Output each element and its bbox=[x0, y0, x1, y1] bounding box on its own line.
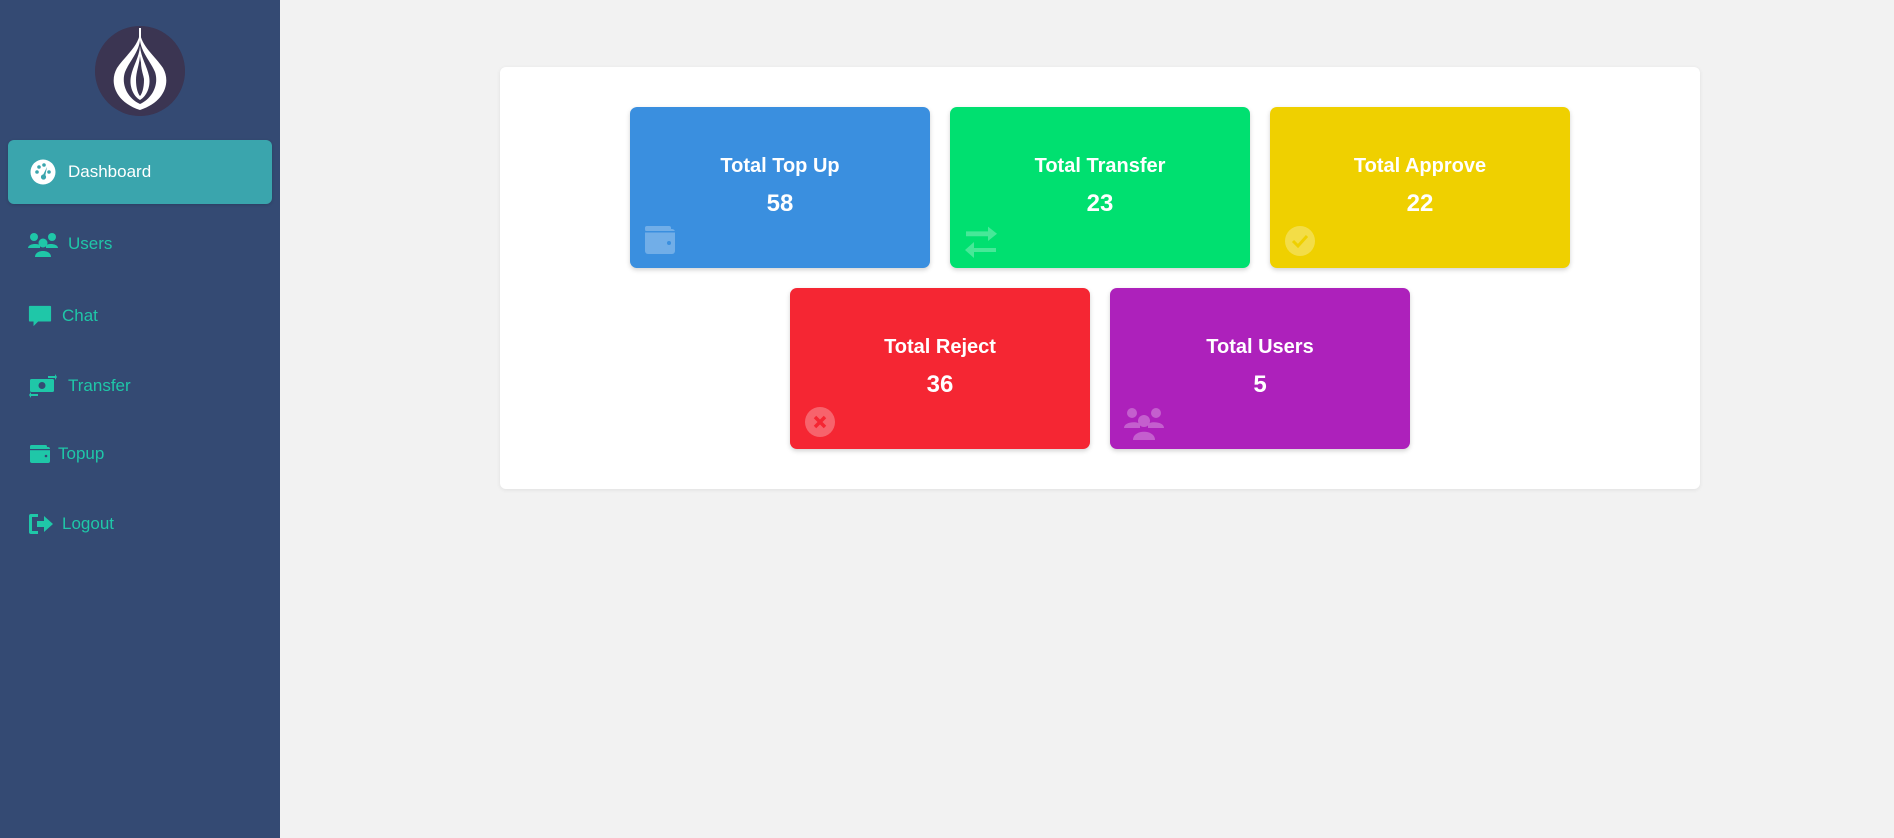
sidebar-item-chat[interactable]: Chat bbox=[8, 284, 272, 348]
sidebar-item-topup[interactable]: Topup bbox=[8, 422, 272, 486]
card-title: Total Top Up bbox=[720, 155, 840, 177]
sidebar-item-label: Topup bbox=[58, 444, 105, 463]
card-total-top-up[interactable]: Total Top Up 58 bbox=[630, 107, 930, 268]
stats-panel: Total Top Up 58 Total Transfer 23 Total … bbox=[500, 67, 1700, 489]
money-transfer-icon bbox=[28, 371, 58, 401]
card-value: 22 bbox=[1406, 190, 1434, 217]
card-title: Total Users bbox=[1206, 336, 1314, 358]
users-icon bbox=[28, 229, 58, 259]
chat-icon bbox=[28, 301, 52, 331]
wallet-icon bbox=[644, 225, 678, 259]
card-value: 5 bbox=[1253, 371, 1267, 398]
check-circle-icon bbox=[1284, 225, 1318, 259]
sidebar-item-label: Users bbox=[68, 234, 113, 253]
sidebar-item-label: Chat bbox=[62, 306, 98, 325]
exchange-icon bbox=[964, 225, 998, 259]
card-title: Total Approve bbox=[1353, 155, 1487, 177]
sidebar: Dashboard Users Chat Transfer Topup Logo… bbox=[0, 0, 280, 838]
wallet-icon bbox=[28, 439, 52, 469]
users-icon bbox=[1124, 406, 1164, 440]
sidebar-item-label: Transfer bbox=[68, 376, 131, 395]
dashboard-icon bbox=[28, 157, 58, 187]
card-value: 36 bbox=[926, 371, 954, 398]
times-circle-icon bbox=[804, 406, 838, 440]
card-total-users[interactable]: Total Users 5 bbox=[1110, 288, 1410, 449]
card-total-approve[interactable]: Total Approve 22 bbox=[1270, 107, 1570, 268]
sidebar-item-logout[interactable]: Logout bbox=[8, 492, 272, 556]
sidebar-item-transfer[interactable]: Transfer bbox=[8, 354, 272, 418]
card-value: 58 bbox=[766, 190, 794, 217]
sidebar-item-dashboard[interactable]: Dashboard bbox=[8, 140, 272, 204]
logout-icon bbox=[28, 509, 54, 539]
card-total-reject[interactable]: Total Reject 36 bbox=[790, 288, 1090, 449]
sidebar-item-label: Dashboard bbox=[68, 162, 152, 181]
card-value: 23 bbox=[1086, 190, 1114, 217]
sidebar-item-label: Logout bbox=[62, 514, 114, 533]
card-total-transfer[interactable]: Total Transfer 23 bbox=[950, 107, 1250, 268]
sidebar-item-users[interactable]: Users bbox=[8, 212, 272, 276]
onion-logo[interactable] bbox=[95, 26, 185, 116]
card-title: Total Reject bbox=[884, 336, 996, 358]
card-title: Total Transfer bbox=[1034, 155, 1166, 177]
